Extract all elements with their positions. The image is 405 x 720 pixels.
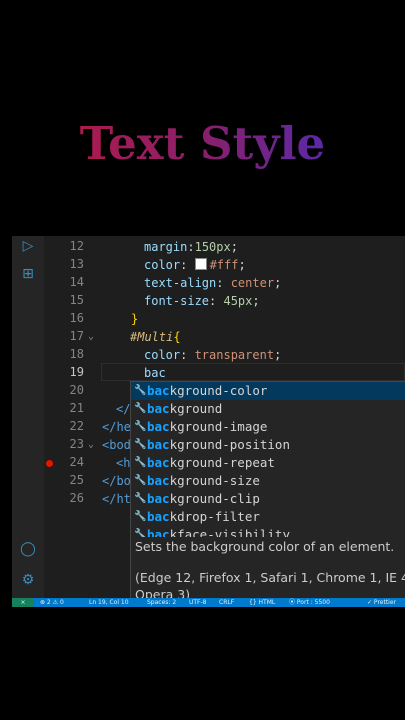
suggestion-item-selected[interactable]: 🔧 background-color: [131, 382, 405, 400]
line-number: 16: [69, 311, 84, 325]
suggestion-item[interactable]: 🔧 background-image: [131, 418, 405, 436]
code-line[interactable]: color: #fff;: [144, 256, 246, 274]
fold-chevron-icon[interactable]: ⌄: [88, 331, 94, 342]
line-number: 18: [69, 347, 84, 361]
breakpoint-dot-icon[interactable]: [46, 460, 53, 467]
line-gutter: 12 13 14 15 16 17 18 19 20 21 22 23 24 2…: [44, 236, 94, 536]
property-wrench-icon: 🔧: [134, 457, 147, 468]
code-line[interactable]: </bo: [102, 472, 131, 490]
code-line[interactable]: }: [131, 310, 138, 328]
cursor-position[interactable]: Ln 19, Col 10: [89, 598, 129, 607]
extensions-icon[interactable]: ⊞: [20, 266, 36, 282]
remote-icon[interactable]: ⨯: [12, 598, 34, 607]
code-line[interactable]: font-size: 45px;: [144, 292, 260, 310]
run-debug-icon[interactable]: ▷: [20, 238, 36, 254]
autocomplete-list[interactable]: 🔧 background-color 🔧 background 🔧 backgroun…: [130, 381, 405, 539]
line-number: 20: [69, 383, 84, 397]
suggestion-item[interactable]: 🔧 background-size: [131, 472, 405, 490]
property-wrench-icon: 🔧: [134, 475, 147, 486]
code-line[interactable]: </he: [102, 418, 131, 436]
status-bar: ⨯ ⊗ 2 ⚠ 0 Ln 19, Col 10 Spaces: 2 UTF-8 …: [12, 598, 405, 607]
line-number: 25: [69, 473, 84, 487]
prettier-status[interactable]: ✓ Prettier: [367, 598, 396, 607]
language-mode[interactable]: {} HTML: [249, 598, 275, 607]
property-wrench-icon: 🔧: [134, 421, 147, 432]
code-line[interactable]: text-align: center;: [144, 274, 281, 292]
code-line[interactable]: </ht: [102, 490, 131, 508]
property-wrench-icon: 🔧: [134, 403, 147, 414]
preview-title: Text Style: [0, 114, 405, 174]
suggestion-item[interactable]: 🔧 background-repeat: [131, 454, 405, 472]
suggestion-item[interactable]: 🔧 background: [131, 400, 405, 418]
line-number: 23: [69, 437, 84, 451]
code-line[interactable]: margin:150px;: [144, 238, 238, 256]
suggestion-item[interactable]: 🔧 background-position: [131, 436, 405, 454]
problems-indicator[interactable]: ⊗ 2 ⚠ 0: [40, 598, 64, 607]
code-line[interactable]: <bod: [102, 436, 131, 454]
indentation[interactable]: Spaces: 2: [147, 598, 176, 607]
suggestion-description: Sets the background color of an element.: [135, 539, 395, 554]
property-wrench-icon: 🔧: [134, 385, 147, 396]
property-wrench-icon: 🔧: [134, 493, 147, 504]
browser-support: (Edge 12, Firefox 1, Safari 1, Chrome 1,…: [135, 570, 405, 585]
suggestion-item[interactable]: 🔧 background-clip: [131, 490, 405, 508]
code-line[interactable]: <h: [116, 454, 130, 472]
line-number: 14: [69, 275, 84, 289]
line-number-active: 19: [69, 365, 84, 379]
line-number: 15: [69, 293, 84, 307]
line-number: 21: [69, 401, 84, 415]
code-line[interactable]: #Multi{: [130, 328, 181, 346]
fold-chevron-icon[interactable]: ⌄: [88, 439, 94, 450]
settings-icon[interactable]: ⚙: [20, 572, 36, 588]
code-line[interactable]: color: transparent;: [144, 346, 281, 364]
line-number: 17: [69, 329, 84, 343]
color-swatch[interactable]: [194, 258, 207, 270]
line-number: 26: [69, 491, 84, 505]
activity-bar: ▷ ⊞ ◯ ⚙: [12, 236, 44, 598]
account-icon[interactable]: ◯: [20, 541, 36, 557]
code-line-active[interactable]: bac: [144, 364, 166, 382]
encoding[interactable]: UTF-8: [189, 598, 207, 607]
line-number: 13: [69, 257, 84, 271]
code-line[interactable]: </: [116, 400, 130, 418]
suggestion-details: Sets the background color of an element.…: [130, 537, 405, 600]
property-wrench-icon: 🔧: [134, 511, 147, 522]
line-number: 22: [69, 419, 84, 433]
live-server-port[interactable]: ⦿ Port : 5500: [289, 598, 330, 607]
suggestion-item[interactable]: 🔧 backdrop-filter: [131, 508, 405, 526]
line-number: 12: [69, 239, 84, 253]
line-ending[interactable]: CRLF: [219, 598, 234, 607]
property-wrench-icon: 🔧: [134, 439, 147, 450]
